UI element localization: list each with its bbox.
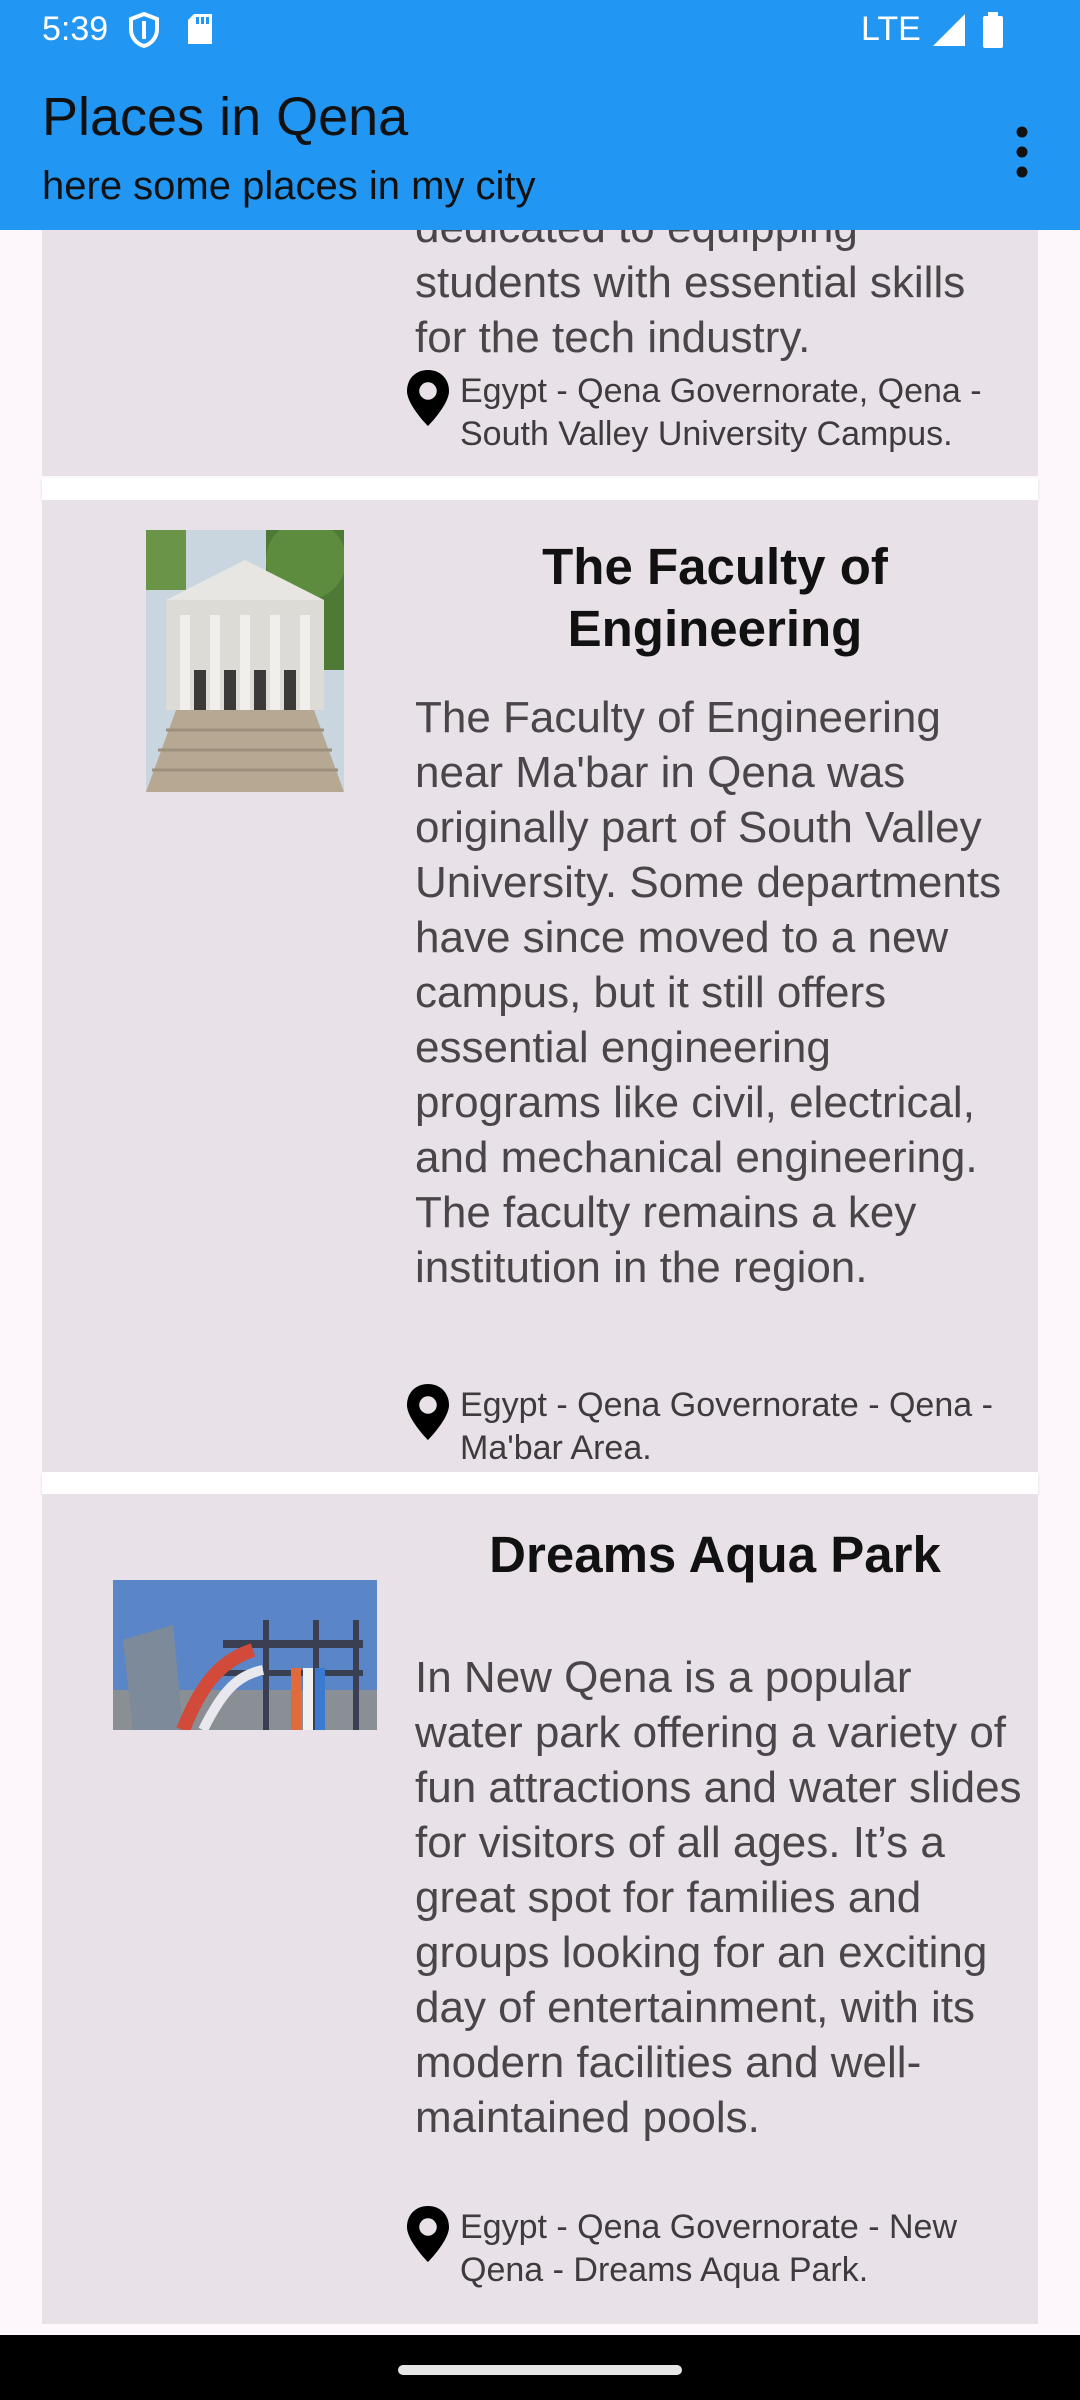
place-card[interactable]: dedicated to equipping students with ess…	[42, 230, 1038, 476]
network-type: LTE	[861, 10, 921, 48]
status-bar: 5:39 LTE	[0, 0, 1080, 62]
home-gesture-handle[interactable]	[398, 2365, 682, 2375]
place-image	[146, 530, 344, 792]
sd-card-icon	[188, 14, 212, 44]
more-vertical-icon[interactable]	[1004, 122, 1040, 182]
place-card[interactable]: Dreams Aqua Park In New Qena is a popula…	[42, 1494, 1038, 2324]
location-pin-icon	[407, 2206, 449, 2262]
card-divider	[42, 478, 1038, 500]
place-image	[113, 1580, 377, 1730]
location-pin-icon	[407, 1384, 449, 1440]
signal-icon	[933, 14, 965, 46]
shield-icon	[129, 12, 159, 48]
place-location: Egypt - Qena Governorate - Qena - Ma'bar…	[460, 1386, 993, 1467]
place-description: dedicated to equipping students with ess…	[415, 230, 966, 362]
status-time: 5:39	[42, 10, 109, 48]
app-subtitle: here some places in my city	[42, 164, 536, 208]
place-location: Egypt - Qena Governorate, Qena - South V…	[460, 372, 982, 453]
navigation-bar	[0, 2335, 1080, 2400]
place-location: Egypt - Qena Governorate - New Qena - Dr…	[460, 2208, 958, 2289]
battery-icon	[983, 12, 1003, 48]
app-bar: Places in Qena here some places in my ci…	[0, 62, 1080, 230]
location-pin-icon	[407, 370, 449, 426]
place-card[interactable]: The Faculty of Engineering The Faculty o…	[42, 500, 1038, 1472]
places-list[interactable]: dedicated to equipping students with ess…	[0, 230, 1080, 2335]
app-title: Places in Qena	[42, 87, 409, 147]
place-title: Dreams Aqua Park	[489, 1526, 941, 1583]
place-title: The Faculty of Engineering	[542, 538, 888, 657]
place-description: In New Qena is a popular water park offe…	[415, 1653, 1022, 2142]
place-description: The Faculty of Engineering near Ma'bar i…	[415, 693, 1002, 1292]
card-divider	[42, 1472, 1038, 1494]
